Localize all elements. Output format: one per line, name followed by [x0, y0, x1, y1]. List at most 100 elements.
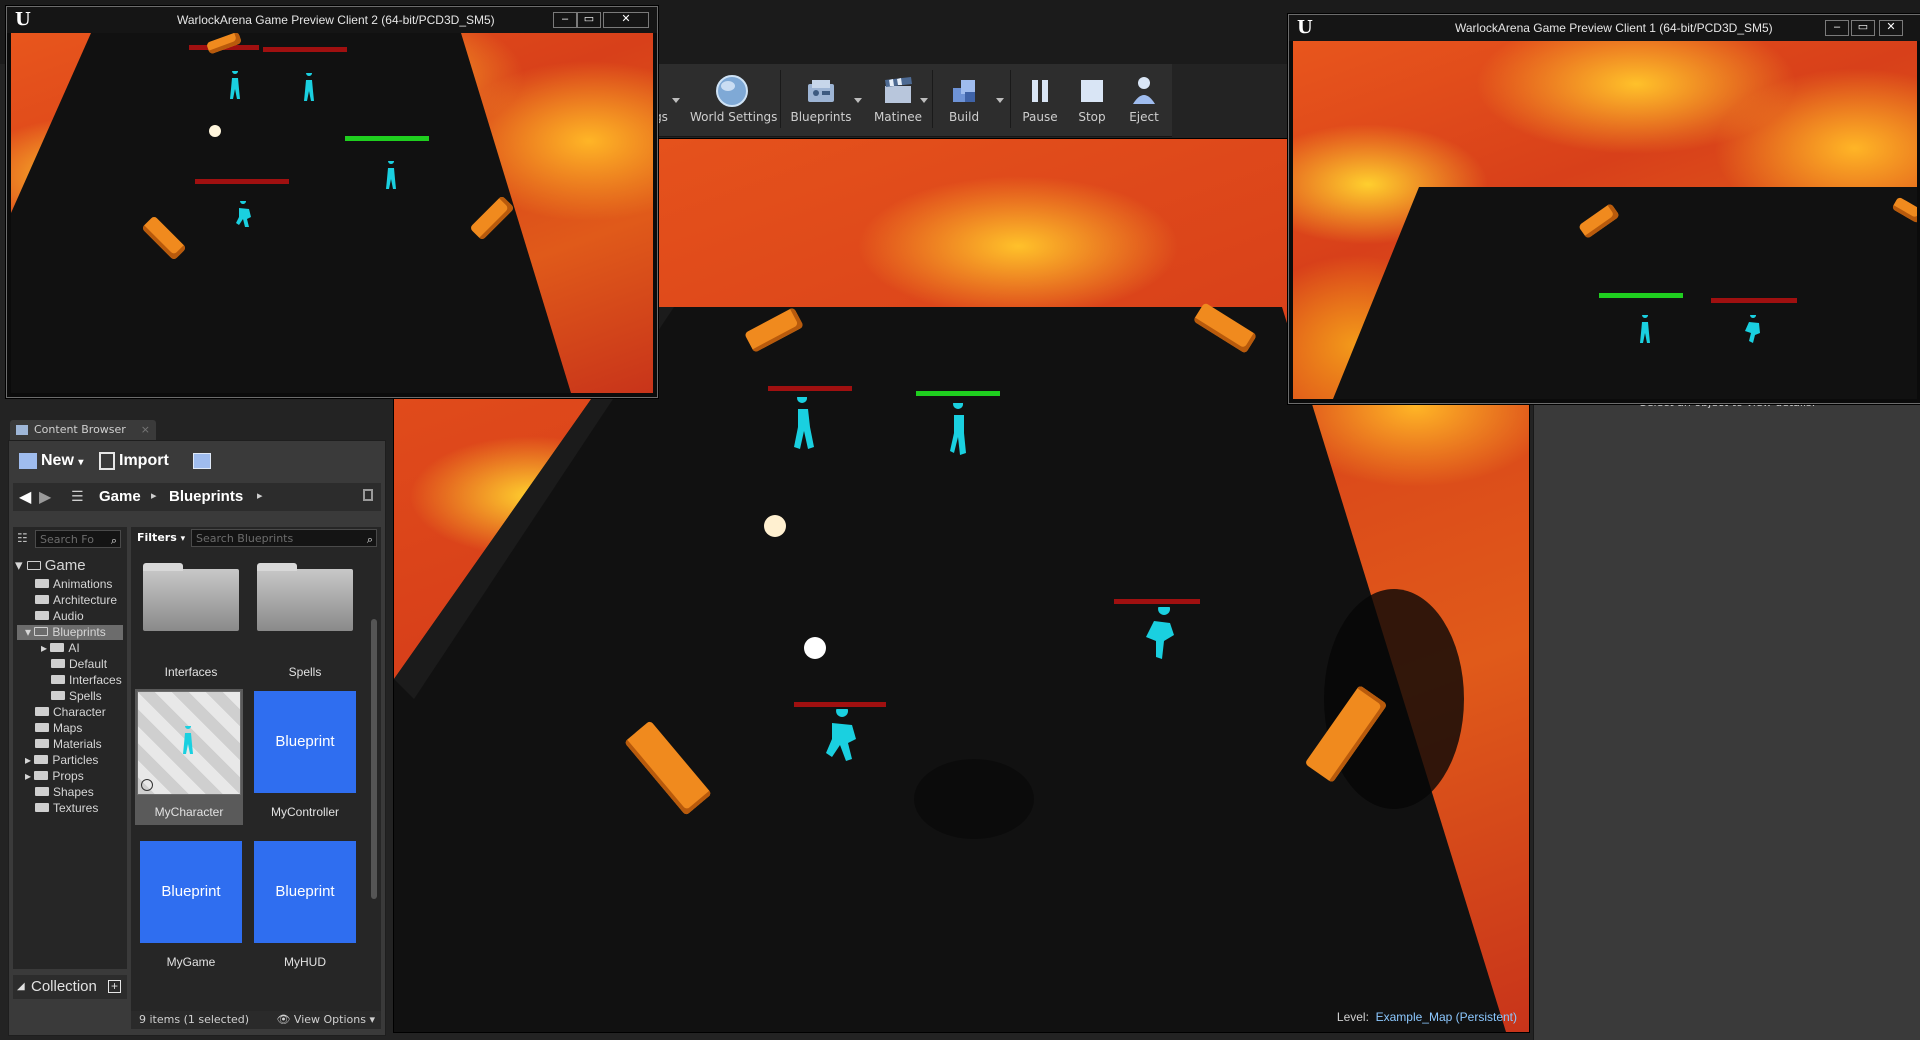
health-bar	[1114, 599, 1200, 604]
collections-header[interactable]: ◢ Collection +	[13, 975, 127, 999]
health-bar	[794, 702, 886, 707]
path-bar: ◀ ▶ ☰ Game ▸ Blueprints ▸	[13, 483, 381, 511]
close-icon[interactable]: ×	[141, 420, 150, 440]
window-titlebar[interactable]: U WarlockArena Game Preview Client 1 (64…	[1289, 15, 1920, 41]
back-arrow-icon[interactable]: ◀	[19, 487, 31, 506]
build-chevron-down-icon[interactable]	[996, 98, 1004, 103]
build-button[interactable]: Build	[936, 68, 992, 132]
tab-content-browser[interactable]: Content Browser ×	[10, 420, 156, 440]
tree-options-icon[interactable]: ☷	[17, 531, 28, 545]
tree-item-character[interactable]: Character	[35, 705, 106, 720]
health-bar	[916, 391, 1000, 396]
fireball-projectile	[209, 125, 221, 137]
asset-tile-mygame[interactable]: Blueprint MyGame	[137, 839, 245, 975]
close-button[interactable]: ✕	[603, 12, 649, 28]
new-button[interactable]: New ▾	[19, 449, 83, 473]
asset-tile-spells[interactable]: Spells	[251, 563, 359, 681]
forward-arrow-icon[interactable]: ▶	[39, 487, 51, 506]
blueprints-button[interactable]: Blueprints	[786, 68, 856, 132]
game-preview-window-client1[interactable]: U WarlockArena Game Preview Client 1 (64…	[1288, 14, 1920, 404]
asset-scrollbar[interactable]	[371, 619, 377, 899]
window-titlebar[interactable]: U WarlockArena Game Preview Client 2 (64…	[7, 7, 657, 33]
tree-item-audio[interactable]: Audio	[35, 609, 84, 624]
tree-item-blueprints[interactable]: ▾ Blueprints	[17, 625, 123, 640]
player-character	[826, 709, 856, 761]
player-character	[1146, 607, 1174, 659]
pause-button[interactable]: Pause	[1014, 68, 1066, 132]
character-thumbnail	[137, 691, 241, 795]
matinee-chevron-down-icon[interactable]	[920, 98, 928, 103]
chevron-down-icon: ▾	[78, 457, 84, 468]
tree-item-game[interactable]: ▾ Game	[15, 557, 86, 575]
window-title: WarlockArena Game Preview Client 1 (64-b…	[1455, 21, 1773, 35]
close-button[interactable]: ✕	[1879, 20, 1903, 36]
player-character	[950, 403, 966, 455]
breadcrumb-blueprints[interactable]: Blueprints	[169, 483, 243, 511]
minimize-button[interactable]: –	[553, 12, 577, 28]
health-bar	[195, 179, 289, 184]
asset-tile-myhud[interactable]: Blueprint MyHUD	[251, 839, 359, 975]
asset-tile-mycharacter[interactable]: MyCharacter	[135, 689, 243, 825]
lock-icon[interactable]	[363, 489, 373, 501]
add-collection-icon[interactable]: +	[108, 980, 121, 993]
tree-item-props[interactable]: ▸ Props	[25, 769, 84, 784]
maximize-button[interactable]: ▭	[577, 12, 601, 28]
content-browser-panel: New ▾ Import ◀ ▶ ☰ Game ▸ Blueprints ▸ ☷…	[8, 440, 386, 1036]
tree-item-interfaces[interactable]: Interfaces	[51, 673, 122, 688]
eject-button[interactable]: Eject	[1118, 68, 1170, 132]
asset-view: Filters ▾ Search Blueprints ⌕ Interfaces…	[131, 527, 381, 1011]
arena-floor	[11, 33, 571, 393]
blueprint-badge-icon	[141, 779, 153, 791]
chevron-down-icon: ▾	[180, 534, 186, 544]
player-character	[386, 161, 396, 189]
game-preview-window-client2[interactable]: U WarlockArena Game Preview Client 2 (64…	[6, 6, 658, 398]
tree-item-particles[interactable]: ▸ Particles	[25, 753, 98, 768]
health-bar	[1599, 293, 1683, 298]
filters-button[interactable]: Filters ▾	[137, 531, 185, 544]
blueprints-chevron-down-icon[interactable]	[854, 98, 862, 103]
level-name[interactable]: Example_Map (Persistent)	[1376, 1010, 1517, 1024]
health-bar	[768, 386, 852, 391]
stop-button[interactable]: Stop	[1066, 68, 1118, 132]
build-blocks-icon	[953, 80, 975, 102]
world-settings-button[interactable]: World Settings	[690, 68, 777, 132]
fireball-projectile	[764, 515, 786, 537]
tree-item-default[interactable]: Default	[51, 657, 107, 672]
eject-icon	[1133, 77, 1155, 104]
breadcrumb-game[interactable]: Game	[99, 483, 141, 511]
tree-item-ai[interactable]: ▸ AI	[41, 641, 80, 656]
content-browser-icon	[16, 425, 28, 435]
chevron-down-icon[interactable]	[672, 98, 680, 103]
tree-item-maps[interactable]: Maps	[35, 721, 82, 736]
asset-tile-mycontroller[interactable]: Blueprint MyController	[251, 689, 359, 825]
folder-search-input[interactable]: Search Fo ⌕	[35, 530, 121, 548]
tree-item-textures[interactable]: Textures	[35, 801, 98, 816]
asset-search-input[interactable]: Search Blueprints ⌕	[191, 529, 377, 547]
fireball-projectile	[804, 637, 826, 659]
content-browser-toolbar: New ▾ Import	[13, 447, 381, 475]
folder-tree: ☷ Search Fo ⌕ ▾ Game Animations Architec…	[13, 527, 127, 969]
clapperboard-icon	[885, 77, 912, 103]
tree-toggle-icon[interactable]: ☰	[71, 489, 84, 505]
collapse-icon[interactable]: ◢	[17, 975, 25, 999]
maximize-button[interactable]: ▭	[1851, 20, 1875, 36]
tree-item-shapes[interactable]: Shapes	[35, 785, 94, 800]
minimize-button[interactable]: –	[1825, 20, 1849, 36]
game-scene-client2[interactable]	[11, 33, 653, 393]
level-indicator: Level: Example_Map (Persistent)	[1336, 1010, 1517, 1024]
folder-icon	[143, 563, 239, 631]
tree-item-animations[interactable]: Animations	[35, 577, 112, 592]
view-options-button[interactable]: 👁 View Options ▾	[276, 1011, 375, 1029]
tree-item-architecture[interactable]: Architecture	[35, 593, 127, 608]
blueprints-icon	[808, 80, 834, 102]
health-bar	[263, 47, 347, 52]
level-editor-toolbar: gs World Settings Blueprints Matinee Bui…	[652, 64, 1172, 137]
breadcrumb-chevron-icon[interactable]: ▸	[257, 489, 263, 502]
tree-item-materials[interactable]: Materials	[35, 737, 102, 752]
tree-item-spells[interactable]: Spells	[51, 689, 102, 704]
save-all-button[interactable]	[193, 453, 211, 469]
import-button[interactable]: Import	[99, 449, 169, 473]
game-scene-client1[interactable]	[1293, 41, 1917, 399]
player-character	[1640, 315, 1650, 343]
asset-tile-interfaces[interactable]: Interfaces	[137, 563, 245, 681]
